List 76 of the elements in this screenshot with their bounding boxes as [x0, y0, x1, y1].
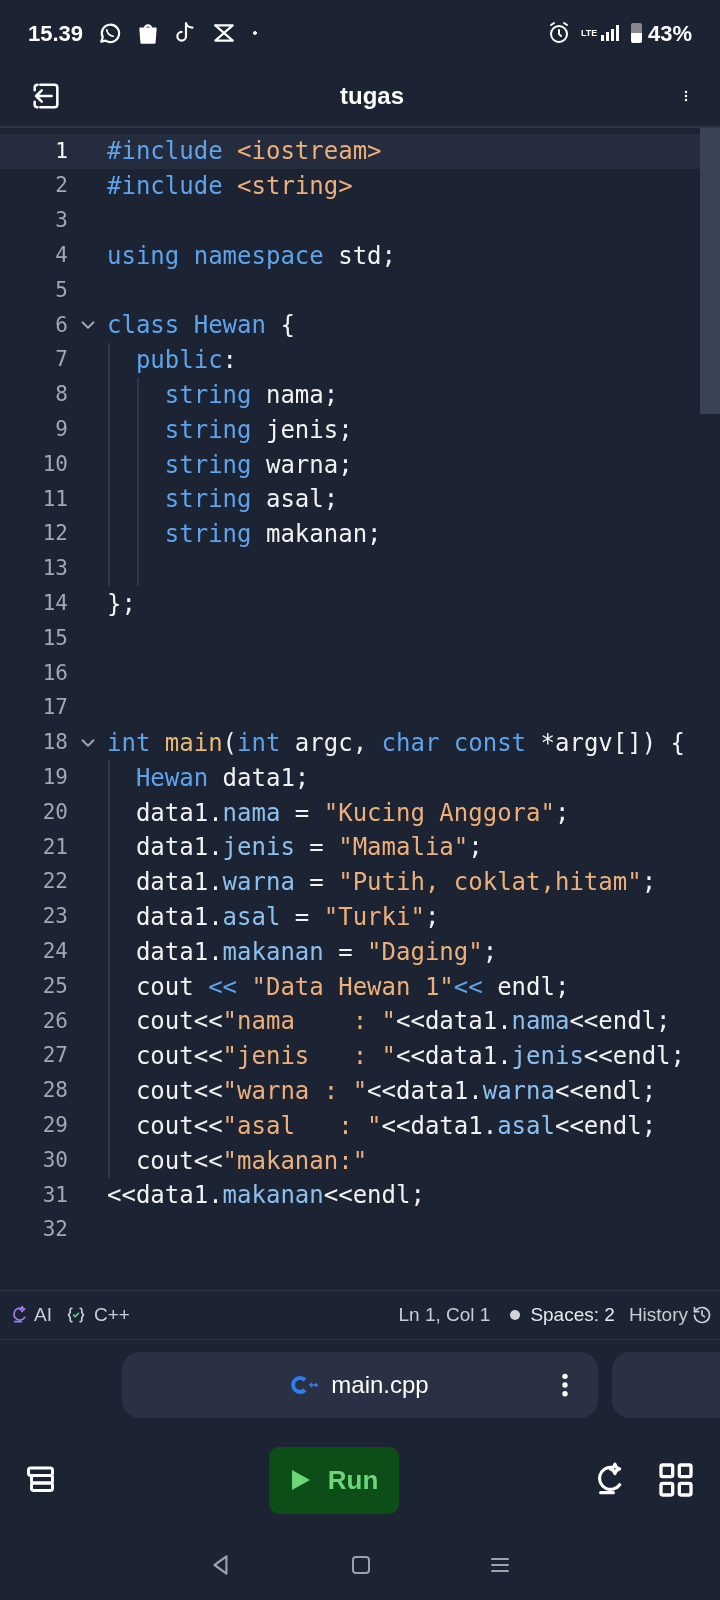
history-button[interactable]: History: [628, 1300, 712, 1330]
line-number: 1: [55, 137, 68, 165]
code-line: cout << "Data Hewan 1"<< endl;: [134, 971, 570, 1003]
home-icon[interactable]: [349, 1553, 373, 1577]
line-number: 24: [42, 937, 68, 965]
signal-icon: [600, 25, 619, 41]
ai-button[interactable]: AI: [8, 1300, 52, 1330]
line-number: 2: [55, 172, 68, 200]
history-icon: [692, 1305, 712, 1325]
network-type: LTE: [580, 28, 595, 38]
code-line: #include <string>: [107, 171, 353, 203]
code-line: <<data1.makanan<<endl;: [107, 1180, 425, 1212]
battery-percent: 43%: [647, 19, 692, 48]
code-line: string nama;: [163, 380, 339, 411]
run-button[interactable]: Run: [269, 1446, 399, 1514]
scrollbar-thumb[interactable]: [700, 128, 720, 414]
code-line: data1.asal = "Turki";: [134, 901, 440, 933]
cpp-logo-icon: [291, 1375, 320, 1395]
line-number: 20: [42, 798, 68, 826]
indentation-setting[interactable]: Spaces: 2: [530, 1300, 615, 1330]
line-number: 25: [42, 972, 68, 1000]
line-number: 3: [55, 207, 68, 235]
code-line: data1.makanan = "Daging";: [134, 936, 498, 968]
code-line: cout<<"warna : "<<data1.warna<<endl;: [134, 1075, 657, 1107]
line-number: 21: [42, 833, 68, 861]
line-number: 28: [42, 1077, 68, 1105]
line-number: 16: [42, 659, 68, 687]
code-line: cout<<"jenis : "<<data1.jenis<<endl;: [134, 1041, 685, 1073]
code-line: cout<<"asal : "<<data1.asal<<endl;: [134, 1110, 657, 1142]
play-icon: [289, 1468, 312, 1492]
code-line: data1.jenis = "Mamalia";: [134, 832, 483, 864]
line-number: 9: [55, 416, 68, 443]
code-line: string jenis;: [163, 414, 353, 446]
line-number: 10: [42, 450, 68, 478]
line-number: 22: [42, 868, 68, 896]
line-number: 13: [42, 555, 68, 583]
code-line: using namespace std;: [107, 240, 396, 272]
line-number: 12: [42, 520, 68, 548]
line-number: 4: [55, 242, 68, 270]
battery-icon: [630, 23, 642, 43]
line-number: 32: [42, 1216, 68, 1244]
line-number: 30: [42, 1146, 68, 1174]
line-number: 17: [42, 694, 68, 722]
line-number: 5: [55, 276, 68, 304]
code-line: string asal;: [163, 484, 339, 516]
code-line: public:: [134, 345, 238, 377]
line-number: 7: [55, 346, 68, 374]
code-line: data1.nama = "Kucing Anggora";: [134, 797, 570, 829]
code-line: string warna;: [163, 449, 353, 481]
code-line: string makanan;: [163, 519, 382, 551]
grid-icon[interactable]: [656, 1460, 696, 1500]
code-line: cout<<"nama : "<<data1.nama<<endl;: [134, 1006, 671, 1038]
line-number: 8: [55, 381, 68, 409]
file-title: tugas: [340, 81, 404, 111]
code-line: #include <iostream>: [107, 136, 382, 168]
line-number: 29: [42, 1111, 68, 1139]
line-number: 23: [42, 903, 68, 931]
code-line: int main(int argc, char const *argv[]) {: [107, 727, 686, 759]
line-number: 18: [42, 729, 68, 757]
clock-time: 15.39: [28, 19, 84, 48]
code-line: cout<<"makanan:": [134, 1145, 368, 1177]
line-number: 19: [42, 764, 68, 791]
line-number: 11: [42, 485, 68, 513]
line-number: 14: [42, 590, 68, 617]
line-number: 31: [42, 1181, 68, 1209]
line-number: 26: [42, 1007, 68, 1035]
code-line: };: [107, 588, 136, 620]
line-number: 27: [42, 1042, 68, 1070]
language-button[interactable]: C++: [61, 1300, 130, 1330]
code-line: Hewan data1;: [134, 762, 310, 794]
code-line: class Hewan {: [107, 310, 295, 342]
line-number: 15: [42, 624, 68, 652]
line-number: 6: [55, 311, 68, 339]
cursor-position[interactable]: Ln 1, Col 1: [398, 1300, 491, 1330]
file-tab[interactable]: main.cpp: [122, 1352, 598, 1418]
code-line: data1.warna = "Putih, coklat,hitam";: [134, 867, 657, 899]
